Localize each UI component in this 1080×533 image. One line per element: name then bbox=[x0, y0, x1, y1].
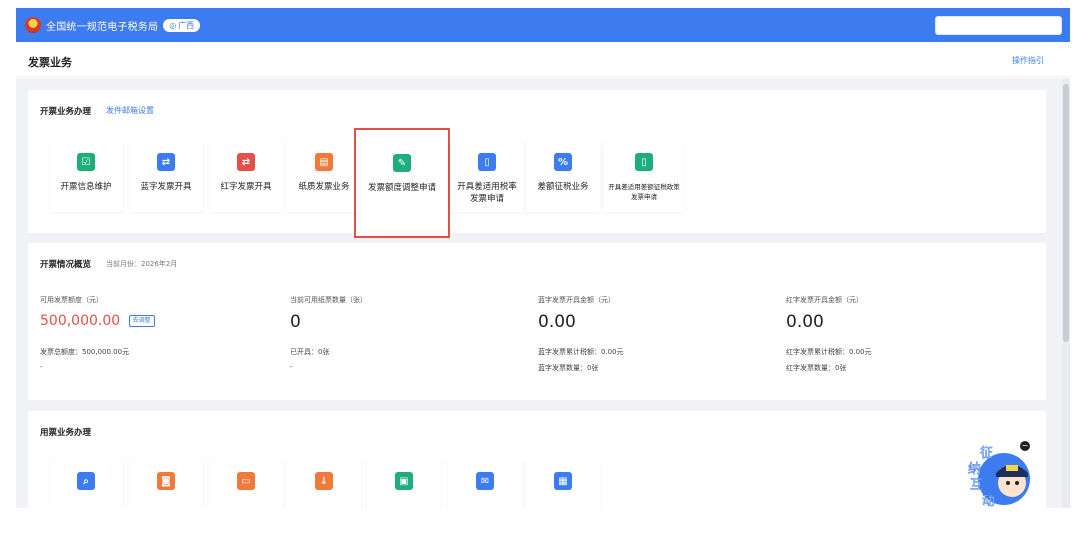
doc-icon: ▯ bbox=[478, 153, 496, 171]
tile-label: 差额征税业务 bbox=[537, 182, 589, 192]
calc-icon: ▣ bbox=[395, 472, 413, 490]
current-month-note: 当前月份：2026年2月 bbox=[106, 260, 178, 268]
arrows-icon: ⇄ bbox=[157, 153, 175, 171]
stat-label: 红字发票开具金额（元） bbox=[786, 296, 863, 304]
tile-paper-invoice-business[interactable]: ▤ 纸质发票业务 bbox=[287, 140, 361, 212]
page-title-bar: 发票业务 操作指引 bbox=[16, 42, 1070, 77]
tile-invoice-quota-adjustment[interactable]: ✎ 发票额度调整申请 bbox=[354, 128, 450, 238]
stat-value: 0.00 bbox=[786, 312, 824, 332]
usage-tile[interactable]: ◙ bbox=[129, 459, 203, 508]
region-selector[interactable]: ◎ 广西 bbox=[163, 18, 201, 32]
overview-section: 开票情况概览 当前月份：2026年2月 可用发票额度（元） 500,000.00… bbox=[28, 243, 1046, 400]
tile-blue-invoice-issue[interactable]: ⇄ 蓝字发票开具 bbox=[129, 140, 203, 212]
total-quota-text: 发票总额度：500,000.00元 bbox=[40, 348, 130, 356]
usage-section-title: 用票业务办理 bbox=[40, 428, 92, 438]
tile-label: 开具差适用税率发票申请 bbox=[457, 182, 517, 204]
overview-section-title: 开票情况概览 bbox=[40, 260, 92, 270]
red-tax-total-text: 红字发票累计税额：0.00元 bbox=[786, 348, 872, 356]
stat-value: 0 bbox=[290, 312, 301, 332]
interaction-helper-widget[interactable]: 征 纳 互 动 − bbox=[958, 437, 1038, 509]
blue-tax-total-text: 蓝字发票累计税额：0.00元 bbox=[538, 348, 624, 356]
tile-difference-policy-invoice-application[interactable]: ▯ 开具差适用差额征税政策发票申请 bbox=[604, 140, 684, 212]
grid-icon: ▦ bbox=[554, 472, 572, 490]
stat-dash: - bbox=[290, 363, 293, 371]
issued-count-text: 已开具：0张 bbox=[290, 348, 330, 356]
ticket-tag-icon: ▭ bbox=[237, 472, 255, 490]
issuing-section: 开票业务办理 发件邮箱设置 ☑ 开票信息维护 ⇄ 蓝字发票开具 ⇄ 红字发票开具… bbox=[28, 90, 1046, 238]
usage-tile[interactable]: ✉ bbox=[448, 459, 522, 508]
tile-label: 开具差适用差额征税政策发票申请 bbox=[608, 183, 680, 201]
stat-red-invoice-amount: 红字发票开具金额（元） 0.00 bbox=[786, 295, 863, 332]
usage-tile[interactable]: ⌕ bbox=[49, 459, 123, 508]
issuing-section-title: 开票业务办理 bbox=[40, 107, 92, 117]
blue-invoice-count-text: 蓝字发票数量：0张 bbox=[538, 364, 599, 372]
mail-icon: ✉ bbox=[476, 472, 494, 490]
tile-label: 蓝字发票开具 bbox=[140, 182, 192, 192]
search-doc-icon: ⌕ bbox=[77, 472, 95, 490]
usage-tile[interactable]: ▣ bbox=[367, 459, 441, 508]
tile-label: 发票额度调整申请 bbox=[367, 183, 436, 193]
red-invoice-count-text: 红字发票数量：0张 bbox=[786, 364, 847, 372]
helper-char: 纳 bbox=[968, 462, 981, 477]
ticket-icon: ◙ bbox=[157, 472, 175, 490]
doc-icon: ▯ bbox=[635, 153, 653, 171]
tile-low-rate-invoice-application[interactable]: ▯ 开具差适用税率发票申请 bbox=[450, 140, 524, 212]
top-header-bar: 全国统一规范电子税务局 ◎ 广西 bbox=[16, 8, 1070, 42]
region-label: 广西 bbox=[178, 20, 195, 30]
tax-emblem-icon bbox=[25, 17, 41, 33]
usage-section: 用票业务办理 ⌕ ◙ ▭ ↓ ▣ ✉ ▦ bbox=[28, 411, 1046, 508]
usage-tile[interactable]: ▭ bbox=[209, 459, 283, 508]
minimize-helper-button[interactable]: − bbox=[1020, 441, 1030, 451]
scrollbar-thumb[interactable] bbox=[1063, 84, 1069, 342]
helper-char: 互 bbox=[970, 478, 983, 493]
scrollbar[interactable] bbox=[1062, 78, 1070, 508]
arrows-icon: ⇄ bbox=[237, 153, 255, 171]
tile-label: 纸质发票业务 bbox=[298, 182, 350, 192]
download-doc-icon: ↓ bbox=[315, 472, 333, 490]
percent-doc-icon: % bbox=[554, 153, 572, 171]
usage-tile[interactable]: ↓ bbox=[287, 459, 361, 508]
mascot-avatar-icon: 征 纳 互 动 bbox=[968, 446, 1030, 507]
stat-label: 可用发票额度（元） bbox=[40, 296, 103, 304]
helper-char: 动 bbox=[982, 494, 995, 507]
main-content: 开票业务办理 发件邮箱设置 ☑ 开票信息维护 ⇄ 蓝字发票开具 ⇄ 红字发票开具… bbox=[16, 78, 1070, 508]
site-title[interactable]: 全国统一规范电子税务局 bbox=[46, 18, 158, 33]
paper-ticket-icon: ▤ bbox=[315, 153, 333, 171]
stat-blue-invoice-amount: 蓝字发票开具金额（元） 0.00 bbox=[538, 295, 615, 332]
header-search-input[interactable] bbox=[935, 16, 1062, 35]
stat-label: 蓝字发票开具金额（元） bbox=[538, 296, 615, 304]
tile-difference-tax-business[interactable]: % 差额征税业务 bbox=[526, 140, 600, 212]
stat-value: 500,000.00 去调整 bbox=[40, 313, 155, 329]
edit-doc-icon: ✎ bbox=[393, 154, 411, 172]
page-title: 发票业务 bbox=[28, 56, 72, 69]
operation-guide-link[interactable]: 操作指引 bbox=[1012, 55, 1044, 66]
adjust-quota-button[interactable]: 去调整 bbox=[128, 315, 155, 327]
stat-available-quota: 可用发票额度（元） 500,000.00 去调整 bbox=[40, 295, 155, 329]
sender-mailbox-settings-link[interactable]: 发件邮箱设置 bbox=[106, 105, 154, 116]
tile-invoice-info-maintenance[interactable]: ☑ 开票信息维护 bbox=[49, 140, 123, 212]
stat-available-paper: 当前可用纸票数量（张） 0 bbox=[290, 295, 367, 332]
stat-dash: - bbox=[40, 363, 43, 371]
stat-value: 0.00 bbox=[538, 312, 576, 332]
usage-tile[interactable]: ▦ bbox=[526, 459, 600, 508]
tile-label: 开票信息维护 bbox=[60, 182, 112, 192]
available-quota-value: 500,000.00 bbox=[40, 313, 121, 329]
tile-label: 红字发票开具 bbox=[220, 182, 272, 192]
tile-red-invoice-issue[interactable]: ⇄ 红字发票开具 bbox=[209, 140, 283, 212]
location-icon: ◎ bbox=[169, 20, 177, 30]
doc-check-icon: ☑ bbox=[77, 153, 95, 171]
stat-label: 当前可用纸票数量（张） bbox=[290, 296, 367, 304]
helper-char: 征 bbox=[980, 446, 993, 461]
